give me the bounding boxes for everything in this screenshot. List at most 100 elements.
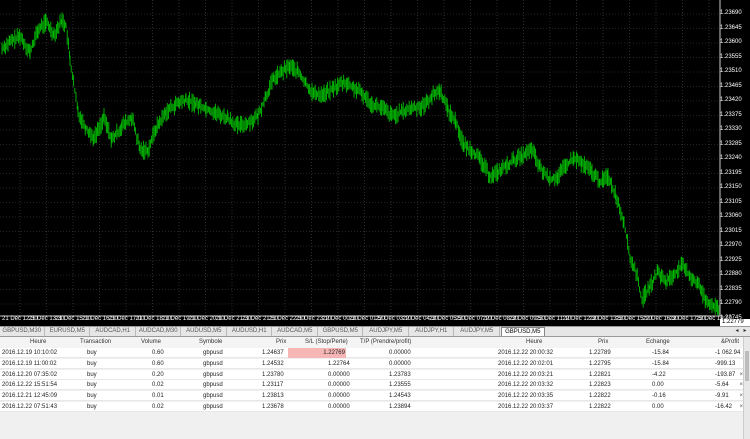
chart-tab[interactable]: AUDCAD,M30: [137, 327, 181, 336]
cell-sl: 0.00000: [328, 404, 350, 410]
price-label: 1.23240: [720, 155, 742, 161]
column-header-swap[interactable]: Echange: [646, 337, 670, 348]
cell-swap: -4.22: [652, 371, 666, 378]
cell-time: 2016.12.19 10:10:02: [2, 350, 58, 356]
cell-time: 2016.12.21 12:45:09: [2, 393, 58, 400]
cell-close-price: 1.22823: [589, 382, 611, 389]
cell-close-time: 2016.12.22 20:02:01: [498, 360, 554, 367]
column-header-close-price[interactable]: Prix: [598, 337, 608, 348]
cell-volume: 0.20: [152, 371, 164, 378]
cell-close-price: 1.22795: [589, 360, 611, 367]
cell-swap: -0.16: [652, 393, 666, 400]
chart-tab[interactable]: AUDCAD,H1: [91, 327, 136, 336]
price-label: 1.23555: [720, 53, 742, 60]
price-label: 1.23195: [720, 169, 742, 176]
chart-tab[interactable]: AUDJPY,M5: [455, 327, 500, 336]
cell-type: buy: [87, 360, 97, 367]
cell-sl: 1.22769: [288, 348, 346, 358]
chart-tab[interactable]: GBPUSD,M5: [319, 327, 363, 336]
cell-close-price: 1.22789: [589, 350, 611, 356]
price-label: 1.23330: [720, 126, 742, 132]
column-header-tp[interactable]: T/P (Prendre/profit): [360, 337, 411, 348]
cell-close-price: 1.22822: [589, 404, 611, 410]
chart-tab[interactable]: AUDUSD,M5: [182, 327, 227, 336]
price-chart-canvas[interactable]: [0, 0, 750, 326]
chart-tab[interactable]: AUDJPY,H1: [410, 327, 454, 336]
price-label: 1.23060: [720, 213, 742, 219]
trade-row[interactable]: 2016.12.19 10:10:02 buy 0.60 gbpusd 1.24637 1…: [0, 348, 744, 358]
column-header-close-time[interactable]: Heure: [526, 337, 542, 348]
trade-row[interactable]: 2016.12.19 11:00:02 buy 0.60 gbpusd 1.24532 1…: [0, 358, 744, 369]
cell-time: 2016.12.19 11:00:02: [2, 360, 57, 367]
price-label: 1.22790: [720, 300, 742, 306]
cell-close-time: 2016.12.22 20:03:21: [498, 371, 554, 378]
terminal-scrollbar[interactable]: [743, 337, 750, 439]
cell-type: buy: [87, 382, 97, 389]
cell-symbol: gbpusd: [203, 382, 223, 389]
cell-profit: -999.13: [715, 360, 736, 367]
cell-price: 1.23780: [262, 371, 284, 378]
cell-volume: 0.02: [152, 404, 164, 410]
cell-time: 2016.12.22 07:51:43: [2, 404, 58, 410]
cell-volume: 0.01: [152, 393, 164, 400]
cell-symbol: gbpusd: [203, 350, 223, 356]
cell-type: buy: [87, 404, 97, 410]
cell-symbol: gbpusd: [203, 404, 223, 410]
chart-tab[interactable]: AUDCAD,M5: [273, 327, 318, 336]
chart-tab[interactable]: GBPUSD,M30: [0, 327, 45, 336]
cell-symbol: gbpusd: [203, 360, 223, 367]
tab-scroll-left-icon[interactable]: ◂: [733, 328, 741, 335]
trade-row[interactable]: 2016.12.22 15:51:54 buy 0.02 gbpusd 1.23117 0…: [0, 380, 744, 391]
price-label: 1.22835: [720, 285, 742, 292]
chart-tab[interactable]: GBPUSD,M5: [500, 327, 545, 336]
cell-tp: 0.00000: [389, 350, 411, 356]
column-header-price[interactable]: Prix: [276, 337, 286, 348]
tab-scroll-right-icon[interactable]: ▸: [741, 328, 749, 335]
cell-price: 1.24637: [262, 350, 284, 356]
price-label: 1.23375: [720, 111, 742, 118]
trade-row[interactable]: 2016.12.20 07:35:02 buy 0.20 gbpusd 1.23780 0…: [0, 369, 744, 380]
cell-tp: 1.23555: [389, 382, 411, 389]
chart-tab[interactable]: AUDJPY,M5: [364, 327, 409, 336]
chart-tab[interactable]: AUDUSD,H1: [228, 327, 272, 336]
column-header-sl[interactable]: S/L (Stop/Perte): [305, 337, 348, 348]
cell-close-time: 2016.12.22 20:00:32: [498, 350, 554, 356]
cell-type: buy: [87, 393, 97, 400]
price-label: 1.23600: [720, 39, 742, 45]
column-header-symbol[interactable]: Symbole: [199, 337, 222, 348]
cell-symbol: gbpusd: [203, 371, 223, 378]
price-label: 1.22925: [720, 256, 742, 263]
cell-profit: -9.91: [715, 393, 729, 400]
price-label: 1.23150: [720, 184, 742, 190]
column-header-profit[interactable]: &Profit: [721, 337, 739, 348]
cell-tp: 1.24543: [389, 393, 411, 400]
cell-swap: 0.00: [652, 382, 664, 389]
cell-tp: 1.23894: [389, 404, 411, 410]
scrollbar-thumb[interactable]: [745, 351, 749, 381]
cell-type: buy: [87, 350, 97, 356]
cell-volume: 0.60: [152, 360, 164, 367]
trade-row[interactable]: 2016.12.22 07:51:43 buy 0.02 gbpusd 1.23678 0…: [0, 402, 744, 412]
cell-tp: 0.00000: [389, 360, 411, 367]
cell-swap: -15.84: [652, 350, 670, 356]
price-label: 1.22880: [720, 271, 742, 277]
chart-tab[interactable]: EURUSD,M5: [46, 327, 90, 336]
cell-tp: 1.23783: [389, 371, 411, 378]
cell-swap: 0.00: [652, 404, 664, 410]
column-header-time[interactable]: Heure: [30, 337, 46, 348]
current-price-label: 1.22779: [720, 319, 750, 326]
cell-close-price: 1.22822: [589, 393, 611, 400]
cell-volume: 0.02: [152, 382, 164, 389]
column-header-volume[interactable]: Volume: [141, 337, 161, 348]
cell-price: 1.23813: [262, 393, 284, 400]
chart-tabs-bar: GBPUSD,M30 EURUSD,M5 AUDCAD,H1 AUDCAD,M30 AU…: [0, 326, 750, 337]
price-label: 1.23510: [720, 68, 742, 74]
trade-row[interactable]: 2016.12.21 12:45:09 buy 0.01 gbpusd 1.23813 0…: [0, 391, 744, 402]
cell-price: 1.23678: [262, 404, 284, 410]
price-label: 1.23465: [720, 82, 742, 89]
cell-time: 2016.12.22 15:51:54: [2, 382, 58, 389]
cell-close-time: 2016.12.22 20:03:35: [498, 393, 554, 400]
price-chart[interactable]: 1.23690 1.23645 1.23600 1.23555 1.23510 1.234…: [0, 0, 750, 326]
cell-sl: 0.00000: [328, 393, 350, 400]
column-header-transaction[interactable]: Transaction: [80, 337, 111, 348]
